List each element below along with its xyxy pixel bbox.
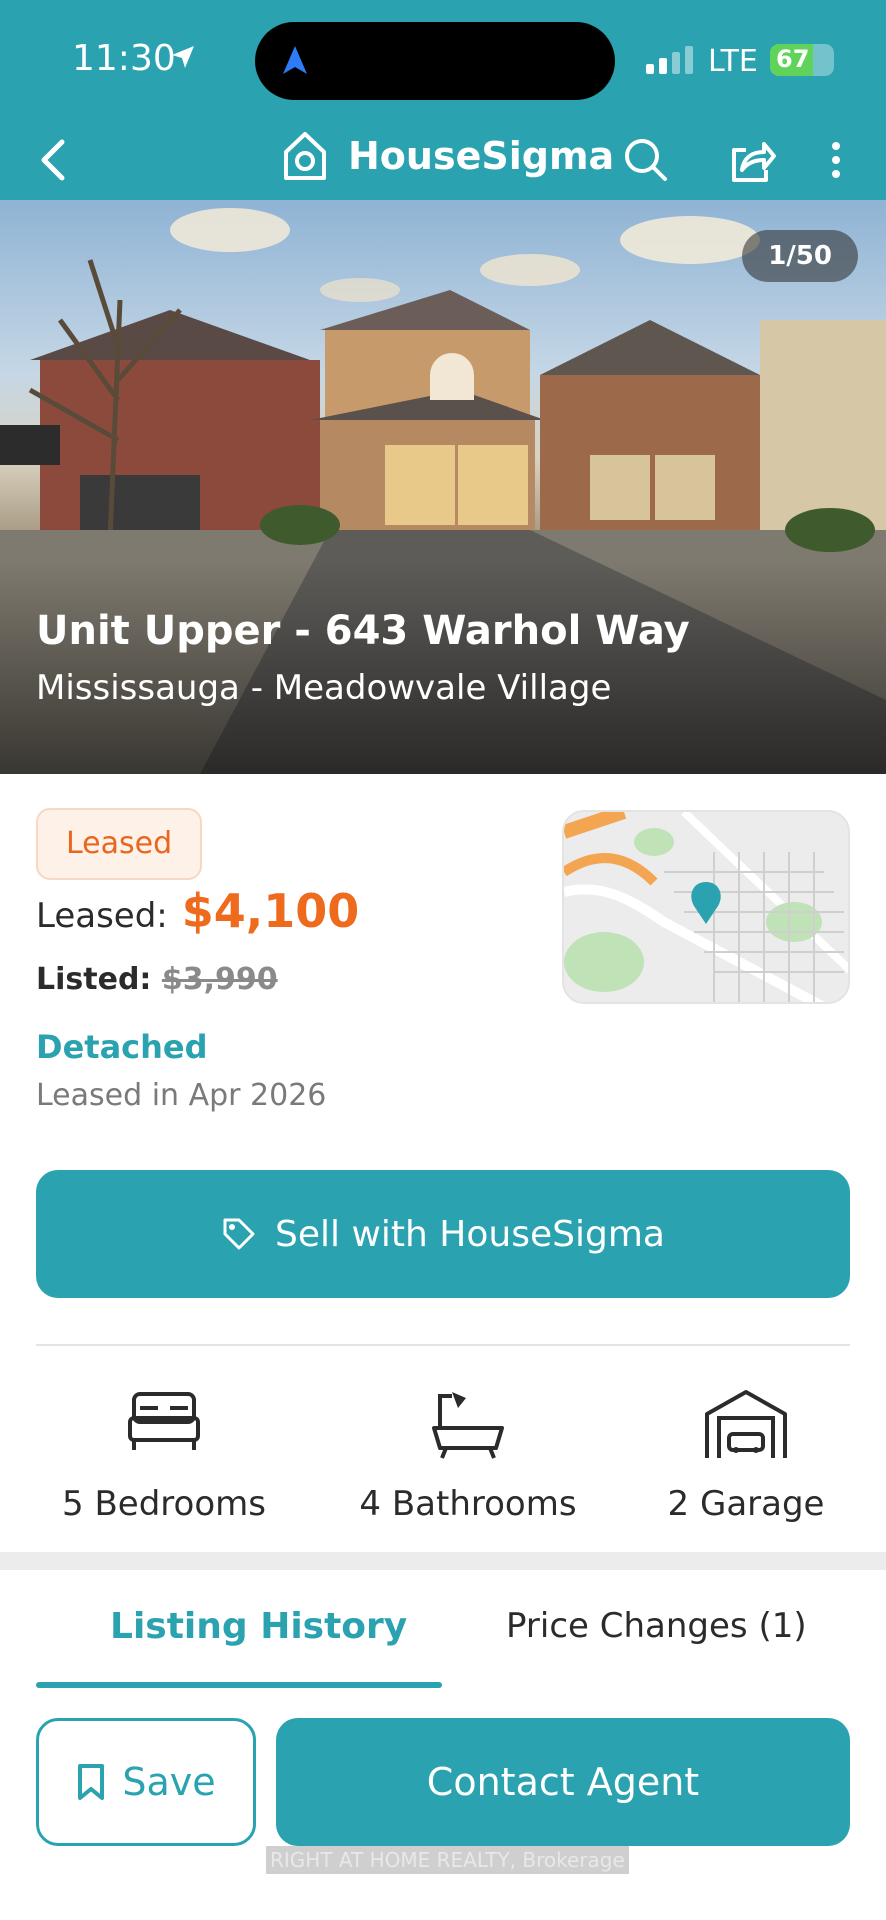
tab-price-changes[interactable]: Price Changes (1) (506, 1606, 807, 1646)
navigation-arrow-icon (283, 46, 307, 74)
active-tab-indicator (36, 1682, 442, 1688)
battery-icon: 67 (770, 44, 834, 76)
bed-icon (128, 1392, 200, 1450)
bathtub-icon (432, 1392, 504, 1459)
feature-garage: 2 Garage (606, 1388, 886, 1524)
share-icon[interactable] (726, 132, 778, 188)
contact-button-label: Contact Agent (426, 1760, 700, 1804)
battery-percent: 67 (776, 45, 810, 73)
leased-price-row: Leased: $4,100 (36, 884, 359, 938)
leased-price: $4,100 (181, 884, 360, 938)
nav-bar: HouseSigma (0, 120, 886, 200)
listed-price: $3,990 (161, 962, 278, 997)
save-button[interactable]: Save (36, 1718, 256, 1846)
signal-strength-icon (646, 46, 693, 74)
garage-label: 2 Garage (667, 1484, 825, 1524)
sell-with-housesigma-button[interactable]: Sell with HouseSigma (36, 1170, 850, 1298)
listing-address: Unit Upper - 643 Warhol Way (36, 608, 690, 654)
tag-icon (223, 1218, 255, 1250)
search-icon[interactable] (622, 132, 670, 188)
save-button-label: Save (122, 1760, 216, 1804)
status-bar: 11:30 LTE 67 (0, 0, 886, 120)
listing-area: Mississauga - Meadowvale Village (36, 668, 612, 708)
map-graphic (564, 812, 848, 1002)
map-thumbnail[interactable] (562, 810, 850, 1004)
property-type: Detached (36, 1028, 208, 1066)
brand-name: HouseSigma (348, 134, 615, 178)
listed-price-row: Listed: $3,990 (36, 962, 278, 997)
status-time: 11:30 (72, 38, 176, 79)
more-icon[interactable] (826, 132, 846, 188)
bedrooms-label: 5 Bedrooms (62, 1484, 266, 1524)
status-badge: Leased (36, 808, 203, 880)
leased-date: Leased in Apr 2026 (36, 1078, 327, 1113)
feature-bathrooms: 4 Bathrooms (328, 1388, 608, 1524)
tab-listing-history[interactable]: Listing History (110, 1606, 407, 1647)
listed-label: Listed: (36, 962, 152, 997)
house-logo-icon (284, 132, 326, 180)
garage-icon (705, 1390, 787, 1458)
listing-photo[interactable]: 1/50 Unit Upper - 643 Warhol Way Mississ… (0, 200, 886, 774)
back-icon[interactable] (36, 132, 72, 188)
top-bar: 11:30 LTE 67 HouseSigma (0, 0, 886, 200)
contact-agent-button[interactable]: Contact Agent (276, 1718, 850, 1846)
divider (36, 1344, 850, 1346)
photo-counter-badge: 1/50 (742, 230, 858, 282)
carrier-label: LTE (708, 44, 758, 79)
brokerage-credit: RIGHT AT HOME REALTY, Brokerage (266, 1846, 629, 1874)
leased-label: Leased: (36, 896, 168, 936)
bathrooms-label: 4 Bathrooms (359, 1484, 577, 1524)
feature-bedrooms: 5 Bedrooms (24, 1388, 304, 1524)
section-separator (0, 1552, 886, 1570)
sell-button-label: Sell with HouseSigma (275, 1213, 665, 1255)
photo-gradient (0, 560, 886, 774)
location-arrow-icon (172, 46, 194, 68)
bookmark-icon (78, 1764, 105, 1800)
